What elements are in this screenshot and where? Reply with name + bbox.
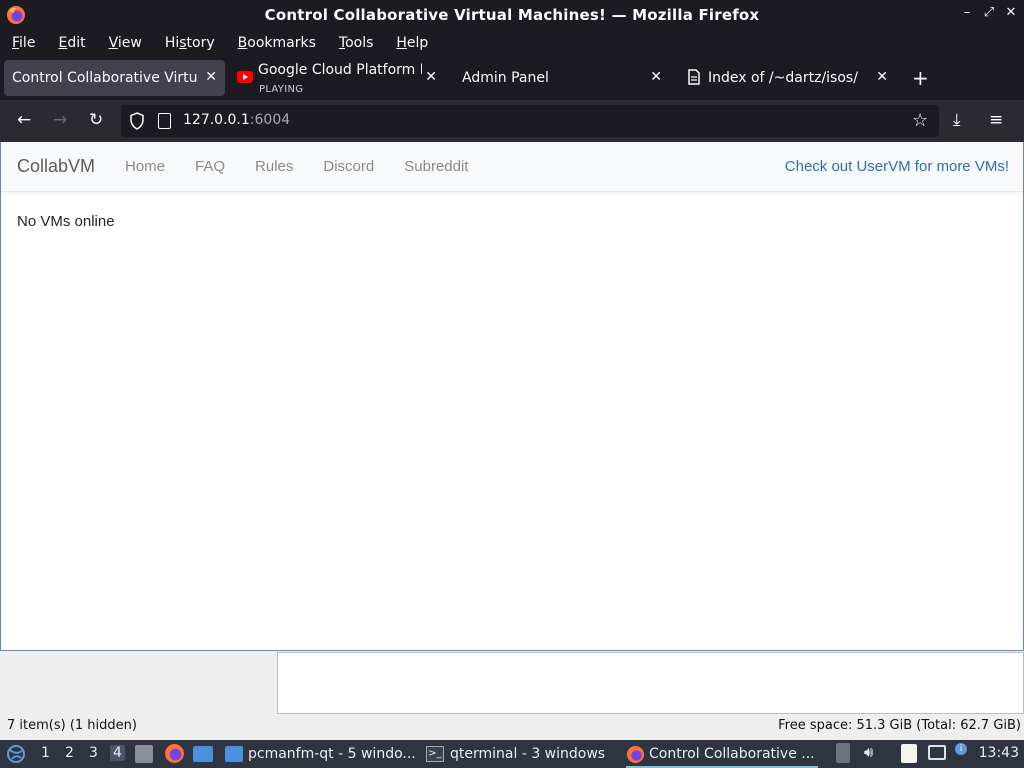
taskbar-window-label: Control Collaborative ... <box>649 746 815 762</box>
desktop-3[interactable]: 3 <box>89 745 98 761</box>
desktop-1[interactable]: 1 <box>41 745 50 761</box>
window-title: Control Collaborative Virtual Machines! … <box>264 6 760 24</box>
back-button[interactable]: ← <box>17 110 31 130</box>
info-icon[interactable]: i <box>955 743 967 755</box>
menu-view[interactable]: View <box>109 35 142 51</box>
desktop-4[interactable]: 4 <box>110 745 125 761</box>
tab-playing-label: PLAYING <box>259 84 304 95</box>
taskbar: 1 2 3 4 pcmanfm-qt - 5 windo... >_ qterm… <box>0 740 1024 768</box>
forward-button[interactable]: → <box>53 110 67 130</box>
folder-icon <box>225 746 243 762</box>
menu-tools[interactable]: Tools <box>339 35 374 51</box>
menu-bar: File Edit View History Bookmarks Tools H… <box>0 30 1024 56</box>
menu-help[interactable]: Help <box>396 35 428 51</box>
close-icon[interactable]: ✕ <box>205 69 217 85</box>
menu-file[interactable]: File <box>12 35 35 51</box>
shield-icon[interactable] <box>129 112 145 130</box>
nav-toolbar: ← → ↻ 127.0.0.1:6004 ☆ ⤓ ≡ <box>0 100 1024 142</box>
menu-hamburger-icon[interactable]: ≡ <box>989 110 1003 130</box>
clock[interactable]: 13:43 <box>979 745 1019 761</box>
maximize-button[interactable]: ⤢ <box>982 5 996 20</box>
network-icon[interactable] <box>928 745 946 760</box>
nav-rules[interactable]: Rules <box>255 158 293 175</box>
tab-label: Admin Panel <box>462 70 549 86</box>
reload-button[interactable]: ↻ <box>89 110 103 130</box>
site-brand[interactable]: CollabVM <box>17 156 95 177</box>
tab-bar: Control Collaborative Virtual Machines! … <box>0 56 1024 100</box>
new-tab-button[interactable]: + <box>912 66 929 90</box>
firefox-icon <box>626 745 645 763</box>
nav-subreddit[interactable]: Subreddit <box>404 158 468 175</box>
taskbar-window-label: pcmanfm-qt - 5 windo... <box>248 746 416 762</box>
youtube-icon <box>237 71 253 83</box>
menu-history[interactable]: History <box>165 35 215 51</box>
url-text[interactable]: 127.0.0.1:6004 <box>183 112 290 128</box>
desktop-show-icon[interactable] <box>193 746 213 762</box>
file-manager-window: 7 item(s) (1 hidden) Free space: 51.3 Gi… <box>0 651 1024 741</box>
nav-faq[interactable]: FAQ <box>195 158 225 175</box>
taskbar-window-label: qterminal - 3 windows <box>450 746 606 762</box>
page-icon <box>688 69 700 85</box>
tab-label: Google Cloud Platform Fundamentals <box>258 62 422 78</box>
downloads-icon[interactable]: ⤓ <box>953 110 961 130</box>
tab-google-cloud[interactable]: Google Cloud Platform Fundamentals PLAYI… <box>237 60 445 96</box>
minimize-button[interactable]: – <box>960 5 974 20</box>
file-manager-launcher-icon[interactable] <box>135 745 153 763</box>
menu-bookmarks[interactable]: Bookmarks <box>238 35 316 51</box>
tab-label: Index of /~dartz/isos/ <box>708 70 858 86</box>
url-bar[interactable]: 127.0.0.1:6004 ☆ <box>121 105 939 137</box>
close-window-button[interactable]: ✕ <box>1004 5 1018 20</box>
tab-index-isos[interactable]: Index of /~dartz/isos/ ✕ <box>684 60 896 96</box>
site-navbar: CollabVM Home FAQ Rules Discord Subreddi… <box>1 142 1023 192</box>
taskbar-window-qterminal[interactable]: >_ qterminal - 3 windows <box>426 743 605 765</box>
taskbar-window-firefox[interactable]: Control Collaborative ... <box>626 743 818 768</box>
firefox-launcher-icon[interactable] <box>164 743 185 764</box>
eject-icon[interactable] <box>836 743 850 763</box>
tab-label: Control Collaborative Virtual Machines! <box>12 70 198 86</box>
tab-collabvm[interactable]: Control Collaborative Virtual Machines! … <box>4 60 225 96</box>
fm-free-space: Free space: 51.3 GiB (Total: 62.7 GiB) <box>778 718 1021 733</box>
nav-discord[interactable]: Discord <box>323 158 374 175</box>
page-info-icon[interactable] <box>158 113 171 129</box>
close-icon[interactable]: ✕ <box>425 69 437 85</box>
close-icon[interactable]: ✕ <box>876 69 888 85</box>
start-menu-icon[interactable] <box>6 743 26 765</box>
fm-item-count: 7 item(s) (1 hidden) <box>7 718 137 733</box>
nav-home[interactable]: Home <box>125 158 165 175</box>
menu-edit[interactable]: Edit <box>58 35 85 51</box>
desktop-2[interactable]: 2 <box>65 745 74 761</box>
vm-status-message: No VMs online <box>17 213 115 230</box>
tab-admin-panel[interactable]: Admin Panel ✕ <box>456 60 670 96</box>
volume-icon[interactable]: 🔊︎ <box>864 743 873 761</box>
clipboard-icon[interactable] <box>901 744 917 763</box>
window-titlebar: Control Collaborative Virtual Machines! … <box>0 0 1024 30</box>
file-list-pane[interactable] <box>277 652 1024 714</box>
bookmark-star-icon[interactable]: ☆ <box>912 110 928 131</box>
taskbar-window-pcmanfm[interactable]: pcmanfm-qt - 5 windo... <box>225 743 416 765</box>
close-icon[interactable]: ✕ <box>650 69 662 85</box>
terminal-icon: >_ <box>426 746 444 762</box>
uservm-link[interactable]: Check out UserVM for more VMs! <box>785 158 1009 175</box>
page-content: CollabVM Home FAQ Rules Discord Subreddi… <box>0 142 1024 651</box>
